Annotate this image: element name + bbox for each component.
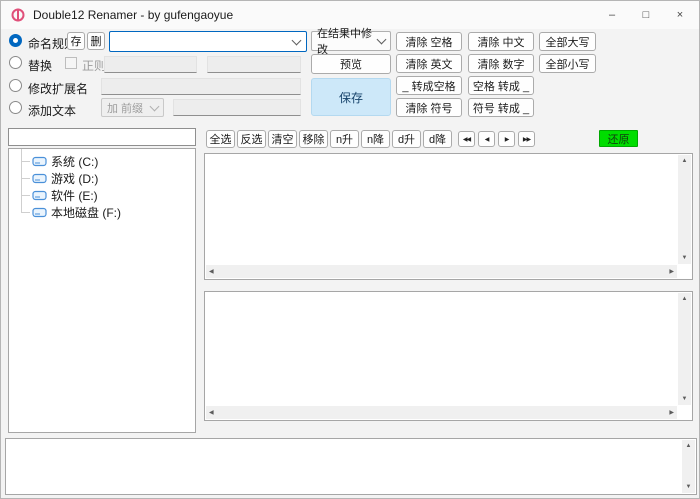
save-button[interactable]: 保存 (311, 78, 391, 116)
scroll-down-icon[interactable]: ▼ (679, 252, 691, 264)
drive-icon (32, 207, 47, 218)
clear-symbols-button[interactable]: 清除 符号 (396, 98, 462, 117)
uppercase-button[interactable]: 全部大写 (539, 32, 596, 51)
scroll-right-icon[interactable]: ▶ (666, 266, 677, 278)
vertical-scrollbar[interactable]: ▲ ▼ (678, 293, 691, 405)
original-names-list[interactable]: ▲ ▼ ◀ ▶ (204, 153, 693, 280)
app-logo-icon (10, 7, 26, 23)
radio-change-extension[interactable] (9, 79, 22, 92)
tree-item-drive-d[interactable]: 游戏 (D:) (9, 170, 195, 187)
sort-date-desc-button[interactable]: d降 (423, 130, 452, 148)
tree-item-drive-c[interactable]: 系统 (C:) (9, 153, 195, 170)
add-text-field (173, 99, 301, 116)
regex-label: 正则 (82, 57, 106, 74)
app-window: Double12 Renamer - by gufengaoyue – □ × … (0, 0, 700, 499)
radio-add-text[interactable] (9, 101, 22, 114)
move-down-icon[interactable]: ▶ (498, 131, 515, 147)
invert-selection-button[interactable]: 反选 (237, 130, 266, 148)
symbol-to-underscore-button[interactable]: 符号 转成 _ (468, 98, 534, 117)
move-first-icon[interactable]: ◀◀ (458, 131, 475, 147)
add-text-label: 添加文本 (28, 102, 76, 119)
move-last-icon[interactable]: ▶▶ (518, 131, 535, 147)
maximize-button[interactable]: □ (629, 1, 663, 29)
vertical-scrollbar[interactable]: ▲ ▼ (678, 155, 691, 264)
tree-item-label: 本地磁盘 (F:) (51, 204, 121, 221)
drive-tree: 系统 (C:) 游戏 (D:) 软件 (E:) 本地磁盘 (F:) (8, 148, 196, 433)
window-title: Double12 Renamer - by gufengaoyue (33, 8, 233, 22)
minimize-button[interactable]: – (595, 1, 629, 29)
space-to-underscore-button[interactable]: 空格 转成 _ (468, 76, 534, 95)
scroll-right-icon[interactable]: ▶ (666, 407, 677, 419)
tree-item-drive-f[interactable]: 本地磁盘 (F:) (9, 204, 195, 221)
tree-connector (21, 187, 31, 204)
clear-digits-button[interactable]: 清除 数字 (468, 54, 534, 73)
rename-pattern-combobox[interactable] (109, 31, 307, 52)
sort-date-asc-button[interactable]: d升 (392, 130, 421, 148)
drive-icon (32, 190, 47, 201)
move-up-icon[interactable]: ◀ (478, 131, 495, 147)
drive-icon (32, 173, 47, 184)
delete-rule-button[interactable]: 删 (87, 32, 105, 50)
scroll-left-icon[interactable]: ◀ (206, 407, 217, 419)
preview-button[interactable]: 预览 (311, 54, 391, 74)
scope-select-value: 在结果中修改 (317, 25, 378, 57)
clear-list-button[interactable]: 清空 (268, 130, 297, 148)
vertical-scrollbar[interactable]: ▲ ▼ (682, 440, 695, 493)
tree-item-drive-e[interactable]: 软件 (E:) (9, 187, 195, 204)
scope-select[interactable]: 在结果中修改 (311, 31, 391, 51)
rename-pattern-input[interactable] (110, 35, 293, 49)
close-button[interactable]: × (663, 1, 697, 29)
remove-button[interactable]: 移除 (299, 130, 328, 148)
change-extension-label: 修改扩展名 (28, 80, 88, 97)
log-textarea[interactable] (6, 439, 696, 494)
preview-names-list[interactable]: ▲ ▼ ◀ ▶ (204, 291, 693, 421)
replace-to-field (207, 56, 301, 73)
radio-naming-rule[interactable] (9, 34, 22, 47)
tree-item-label: 软件 (E:) (51, 187, 98, 204)
tree-item-label: 游戏 (D:) (51, 170, 98, 187)
restore-button[interactable]: 还原 (599, 130, 638, 147)
clear-spaces-button[interactable]: 清除 空格 (396, 32, 462, 51)
underscore-to-space-button[interactable]: _ 转成空格 (396, 76, 462, 95)
select-all-button[interactable]: 全选 (206, 130, 235, 148)
clear-chinese-button[interactable]: 清除 中文 (468, 32, 534, 51)
chevron-down-icon (150, 101, 160, 111)
extension-field (101, 78, 301, 95)
log-panel: ▲ ▼ (5, 438, 697, 495)
horizontal-scrollbar[interactable]: ◀ ▶ (206, 406, 677, 419)
tree-item-label: 系统 (C:) (51, 153, 98, 170)
prefix-mode-value: 加 前缀 (107, 100, 143, 116)
scroll-up-icon[interactable]: ▲ (679, 293, 691, 305)
scroll-up-icon[interactable]: ▲ (683, 440, 695, 452)
sort-name-asc-button[interactable]: n升 (330, 130, 359, 148)
scroll-down-icon[interactable]: ▼ (679, 393, 691, 405)
prefix-mode-select: 加 前缀 (101, 98, 164, 117)
path-input[interactable] (8, 128, 196, 146)
radio-replace[interactable] (9, 56, 22, 69)
tree-connector (21, 153, 31, 170)
chevron-down-icon (377, 35, 387, 45)
scroll-up-icon[interactable]: ▲ (679, 155, 691, 167)
horizontal-scrollbar[interactable]: ◀ ▶ (206, 265, 677, 278)
tree-connector (21, 170, 31, 187)
replace-label: 替换 (28, 57, 52, 74)
scroll-left-icon[interactable]: ◀ (206, 266, 217, 278)
chevron-down-icon (292, 35, 302, 45)
tree-connector (21, 204, 31, 221)
save-rule-button[interactable]: 存 (67, 32, 85, 50)
clear-english-button[interactable]: 清除 英文 (396, 54, 462, 73)
drive-icon (32, 156, 47, 167)
sort-name-desc-button[interactable]: n降 (361, 130, 390, 148)
regex-checkbox (65, 57, 77, 69)
replace-from-field (104, 56, 197, 73)
scroll-down-icon[interactable]: ▼ (683, 481, 695, 493)
lowercase-button[interactable]: 全部小写 (539, 54, 596, 73)
